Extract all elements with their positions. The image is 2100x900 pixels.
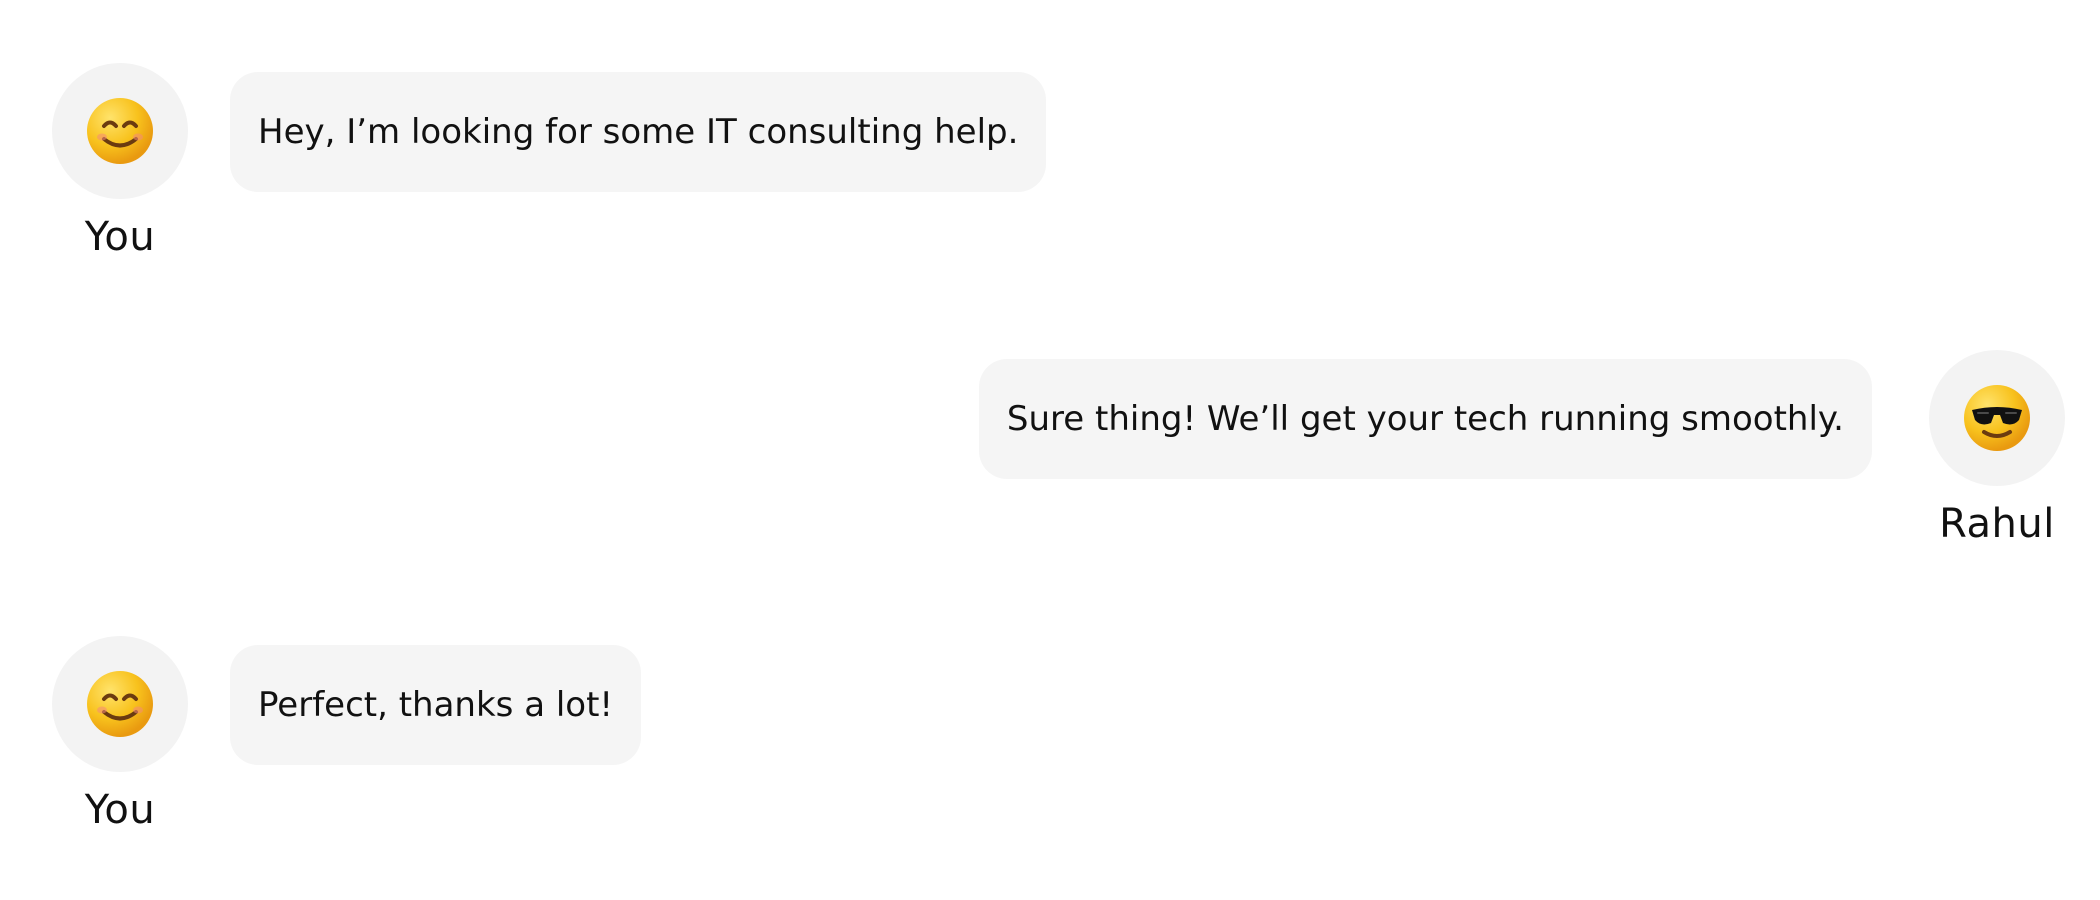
message-sender: You — [84, 787, 156, 833]
message-sender: Rahul — [1939, 501, 2055, 547]
smiling-face-icon — [84, 95, 156, 167]
message-bubble: Hey, I’m looking for some IT consulting … — [230, 72, 1047, 192]
avatar — [52, 63, 188, 199]
message-bubble: Sure thing! We’ll get your tech running … — [978, 359, 1872, 479]
chat-message-rahul: Sure thing! We’ll get your tech running … — [0, 350, 2100, 570]
avatar — [1929, 350, 2065, 486]
avatar — [52, 636, 188, 772]
message-author-block: Rahul — [1917, 350, 2077, 548]
smiling-face-icon — [84, 668, 156, 740]
chat-message-user-2: You Perfect, thanks a lot! — [0, 636, 2100, 856]
sunglasses-face-icon — [1961, 382, 2033, 454]
message-author-block: You — [40, 636, 200, 834]
message-text: Sure thing! We’ll get your tech running … — [1006, 399, 1844, 439]
chat-message-user-1: You Hey, I’m looking for some IT consult… — [0, 63, 2100, 283]
message-sender: You — [84, 214, 156, 260]
message-author-block: You — [40, 63, 200, 261]
message-text: Hey, I’m looking for some IT consulting … — [258, 112, 1019, 152]
chat-thread: You Hey, I’m looking for some IT consult… — [0, 0, 2100, 900]
message-text: Perfect, thanks a lot! — [258, 685, 614, 725]
message-bubble: Perfect, thanks a lot! — [230, 645, 642, 765]
